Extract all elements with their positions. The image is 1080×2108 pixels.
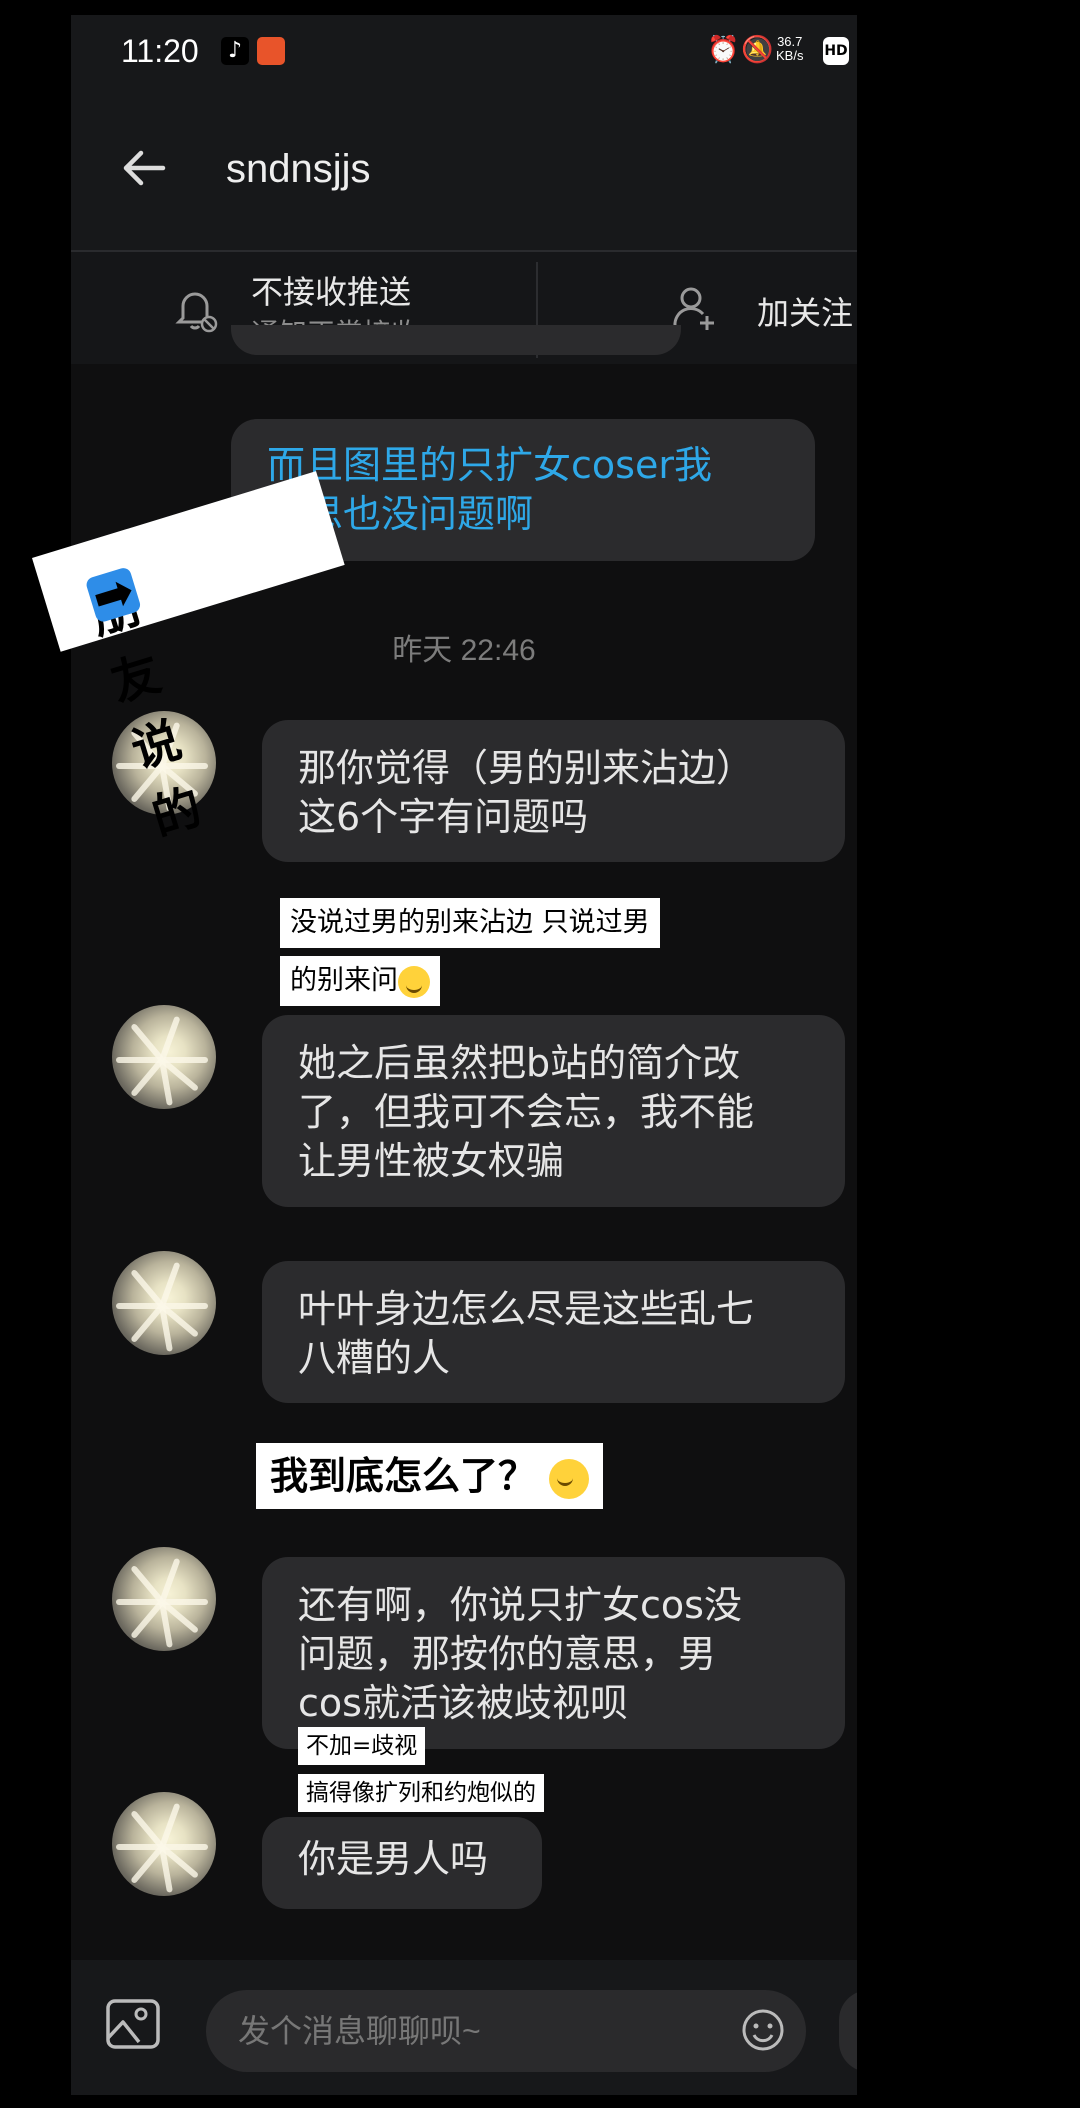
taobao-icon	[257, 37, 285, 65]
annotation-note: 没说过男的别来沾边 只说过男	[280, 898, 660, 948]
incoming-message[interactable]: 你是男人吗	[262, 1817, 542, 1909]
incoming-message[interactable]: 那你觉得（男的别来沾边） 这6个字有问题吗	[262, 720, 845, 862]
avatar[interactable]	[112, 1792, 216, 1896]
image-picker-icon[interactable]	[105, 1998, 161, 2050]
status-bar: 11:20 ♪ ⏰ 🔕 36.7 KB/s HD	[71, 15, 857, 95]
mute-status-title[interactable]: 不接收推送	[251, 267, 411, 313]
alarm-icon: ⏰	[707, 35, 740, 65]
incoming-message[interactable]: 叶叶身边怎么尽是这些乱七 八糟的人	[262, 1261, 845, 1403]
hd-badge: HD	[823, 37, 849, 65]
mute-icon: 🔕	[741, 35, 774, 65]
more-button[interactable]	[839, 1990, 857, 2072]
bell-off-icon[interactable]	[169, 282, 221, 334]
message-input[interactable]	[206, 1990, 806, 2072]
incoming-message[interactable]: 她之后虽然把b站的简介改 了，但我可不会忘，我不能 让男性被女权骗	[262, 1015, 845, 1207]
previous-bubble-fragment	[231, 325, 681, 355]
avatar[interactable]	[112, 1005, 216, 1109]
network-speed: 36.7 KB/s	[776, 34, 804, 63]
sweat-smile-emoji-icon	[549, 1458, 590, 1499]
annotation-note: 搞得像扩列和约炮似的	[298, 1774, 544, 1812]
back-arrow-icon[interactable]	[119, 143, 169, 193]
message-input-bar	[71, 1960, 857, 2095]
incoming-message[interactable]: 还有啊，你说只扩女cos没 问题，那按你的意思，男 cos就活该被歧视呗	[262, 1557, 845, 1749]
emoji-icon[interactable]	[741, 2008, 785, 2052]
tiktok-icon: ♪	[221, 37, 249, 65]
avatar[interactable]	[112, 1251, 216, 1355]
sweat-smile-emoji-icon	[398, 965, 430, 998]
message-timestamp: 昨天 22:46	[392, 634, 536, 667]
annotation-note: 不加=歧视	[298, 1727, 426, 1765]
chat-header: sndnsjjs	[71, 95, 857, 252]
annotation-note: 我到底怎么了？	[256, 1443, 604, 1509]
follow-button[interactable]: 加关注	[757, 288, 853, 334]
avatar[interactable]	[112, 1547, 216, 1651]
status-time: 11:20	[121, 33, 199, 69]
chat-title: sndnsjjs	[226, 147, 371, 191]
annotation-note: 的别来问	[280, 956, 440, 1006]
